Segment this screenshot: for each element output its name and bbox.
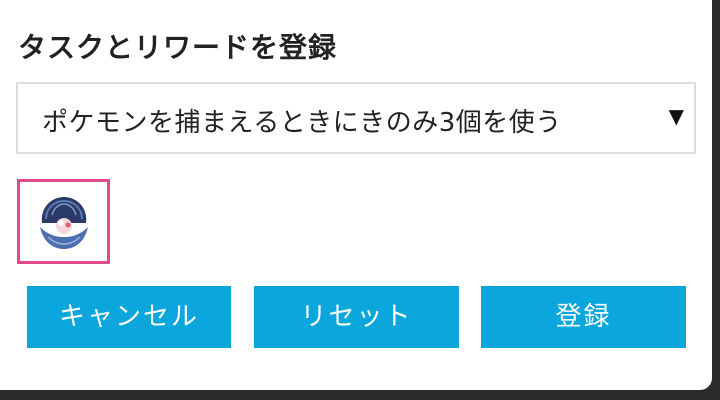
reward-slot[interactable] [17, 179, 110, 264]
dropdown-arrow-icon: ▼ [668, 104, 684, 128]
cancel-button[interactable]: キャンセル [27, 286, 231, 348]
register-button[interactable]: 登録 [481, 286, 686, 348]
task-select-value: ポケモンを捕まえるときにきのみ3個を使う [42, 108, 562, 138]
task-select[interactable]: ポケモンを捕まえるときにきのみ3個を使う ▼ [16, 82, 696, 154]
clamperl-pokemon-icon [40, 197, 88, 249]
reset-button[interactable]: リセット [254, 286, 459, 348]
dialog-title: タスクとリワードを登録 [18, 31, 338, 64]
register-task-dialog: タスクとリワードを登録 ポケモンを捕まえるときにきのみ3個を使う ▼ キャンセル… [0, 0, 712, 390]
